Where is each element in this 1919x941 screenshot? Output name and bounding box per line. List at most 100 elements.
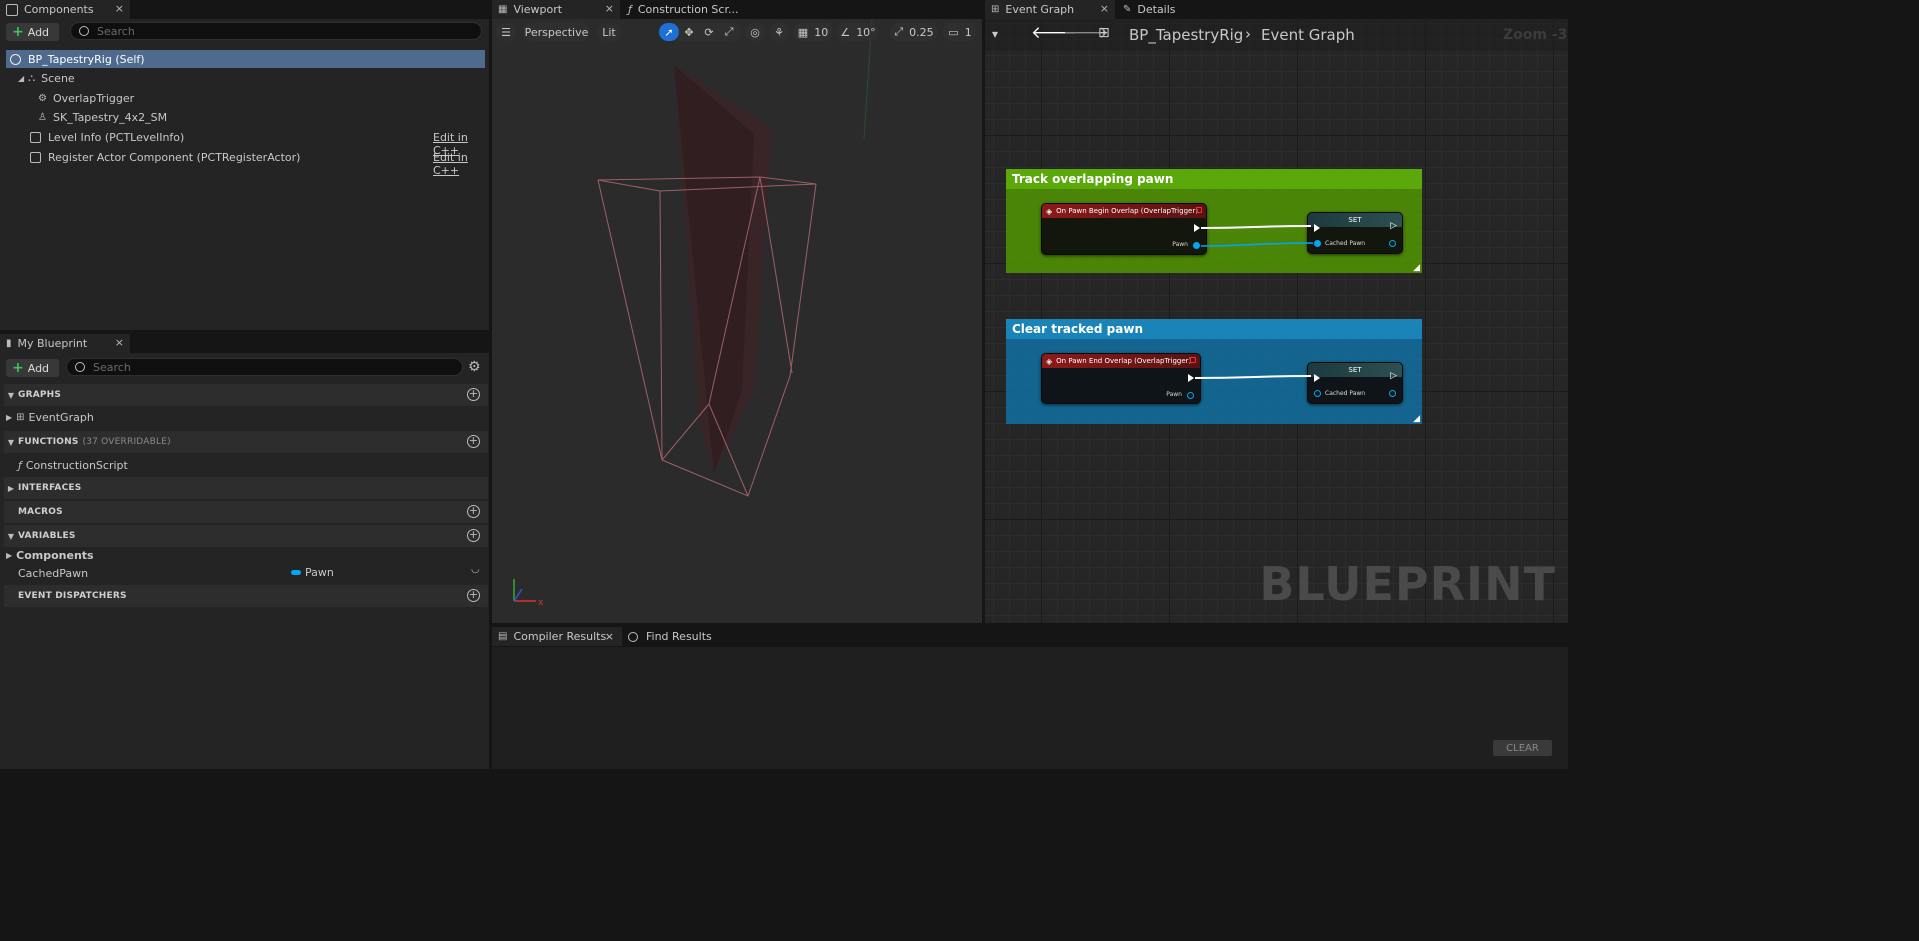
variable-group-components[interactable]: ▶ Components bbox=[6, 546, 94, 564]
tab-compiler-label: Compiler Results bbox=[513, 630, 607, 643]
exec-in-pin[interactable] bbox=[1314, 224, 1320, 232]
section-graphs-label: GRAPHS bbox=[18, 390, 62, 400]
comment-title[interactable]: Track overlapping pawn bbox=[1006, 169, 1422, 189]
rotation-snap-button[interactable]: ∠ 10° bbox=[837, 23, 879, 41]
variable-type-pill[interactable] bbox=[291, 570, 301, 575]
tab-details[interactable]: ✎ Details bbox=[1117, 0, 1207, 19]
perspective-button[interactable]: Perspective bbox=[523, 23, 590, 41]
tree-item-skeletal-mesh[interactable]: ♙ SK_Tapestry_4x2_SM bbox=[38, 108, 167, 126]
skeletal-mesh-icon: ♙ bbox=[38, 111, 47, 123]
close-icon[interactable]: × bbox=[115, 2, 124, 15]
tab-construction-script[interactable]: ƒ Construction Scr... bbox=[622, 0, 752, 19]
tab-viewport[interactable]: ▦ Viewport × bbox=[492, 0, 620, 19]
close-icon[interactable]: × bbox=[605, 2, 614, 15]
tree-item-level-info[interactable]: Level Info (PCTLevelInfo) bbox=[30, 128, 184, 146]
delegate-pin-icon[interactable] bbox=[1196, 207, 1202, 213]
scale-icon[interactable]: ⤢ bbox=[719, 25, 739, 39]
lit-label: Lit bbox=[602, 25, 616, 39]
section-macros-label: MACROS bbox=[18, 507, 63, 517]
section-functions[interactable]: ▼ FUNCTIONS (37 OVERRIDABLE) + bbox=[4, 431, 488, 453]
cached-pawn-in-pin[interactable] bbox=[1314, 390, 1321, 397]
surface-snap-button[interactable]: ⚘ bbox=[769, 23, 789, 41]
add-macro-icon[interactable]: + bbox=[467, 505, 480, 518]
close-icon[interactable]: × bbox=[1100, 2, 1109, 15]
variable-item-cachedpawn[interactable]: CachedPawn Pawn ◡ bbox=[18, 564, 488, 582]
add-variable-icon[interactable]: + bbox=[467, 529, 480, 542]
section-interfaces[interactable]: ▶ INTERFACES bbox=[4, 477, 488, 499]
add-dispatcher-icon[interactable]: + bbox=[467, 589, 480, 602]
event-node-begin-overlap[interactable]: ◈ On Pawn Begin Overlap (OverlapTrigger)… bbox=[1041, 203, 1207, 255]
svg-text:x: x bbox=[538, 598, 544, 608]
components-add-button[interactable]: + Add bbox=[6, 23, 59, 41]
coordinate-space-button[interactable]: ◎ bbox=[745, 23, 765, 41]
exec-out-pin[interactable] bbox=[1194, 224, 1200, 232]
event-node-header: ◈ On Pawn Begin Overlap (OverlapTrigger) bbox=[1042, 204, 1206, 218]
my-blueprint-search-input[interactable]: Search bbox=[66, 358, 463, 376]
graph-item-eventgraph[interactable]: ▶ ⊞ EventGraph bbox=[6, 408, 94, 426]
scale-snap-button[interactable]: ⤢ 0.25 bbox=[890, 23, 938, 41]
pawn-out-pin[interactable] bbox=[1193, 242, 1200, 249]
section-macros[interactable]: MACROS + bbox=[4, 501, 488, 523]
pawn-out-pin[interactable] bbox=[1187, 392, 1194, 399]
tab-components[interactable]: Components × bbox=[0, 0, 130, 19]
section-graphs[interactable]: ▼ GRAPHS + bbox=[4, 384, 488, 406]
set-node-header: SET bbox=[1308, 363, 1402, 377]
event-graph-canvas[interactable]: ▾ 🡐 🡒 ⊞ BP_TapestryRig › Event Graph Zoo… bbox=[985, 19, 1568, 623]
viewport-menu-button[interactable]: ☰ bbox=[496, 23, 516, 41]
exec-out-pin[interactable] bbox=[1188, 374, 1194, 382]
tree-item-label: Scene bbox=[41, 71, 75, 85]
select-mode-icon[interactable]: ➚ bbox=[659, 23, 679, 41]
comment-title[interactable]: Clear tracked pawn bbox=[1006, 319, 1422, 339]
grid-snap-button[interactable]: ▦ 10 bbox=[793, 23, 833, 41]
event-node-end-overlap[interactable]: ◈ On Pawn End Overlap (OverlapTrigger) P… bbox=[1041, 353, 1201, 404]
resize-handle-icon[interactable]: ◢ bbox=[1413, 263, 1420, 273]
cpp-component-icon bbox=[30, 151, 41, 163]
translate-icon[interactable]: ✥ bbox=[679, 26, 699, 39]
exec-in-pin[interactable] bbox=[1314, 374, 1320, 382]
tab-compiler-results[interactable]: ▤ Compiler Results × bbox=[492, 627, 622, 646]
camera-speed-button[interactable]: ▭ 1 bbox=[943, 23, 977, 41]
tab-find-results[interactable]: Find Results bbox=[628, 627, 728, 646]
function-item-construction[interactable]: ƒ ConstructionScript bbox=[18, 456, 128, 474]
lit-button[interactable]: Lit bbox=[597, 23, 621, 41]
settings-gear-icon[interactable]: ⚙ bbox=[468, 359, 481, 375]
cached-pawn-in-pin[interactable] bbox=[1314, 240, 1321, 247]
add-function-icon[interactable]: + bbox=[467, 435, 480, 448]
close-icon[interactable]: × bbox=[605, 630, 614, 643]
cached-pawn-out-pin[interactable] bbox=[1389, 240, 1396, 247]
edit-in-cpp-link[interactable]: Edit in C++ bbox=[433, 151, 489, 177]
chevron-right-icon: ▶ bbox=[6, 412, 13, 422]
my-blueprint-add-button[interactable]: + Add bbox=[6, 359, 59, 377]
section-variables[interactable]: ▼ VARIABLES + bbox=[4, 525, 488, 547]
blueprint-watermark: BLUEPRINT bbox=[1259, 557, 1556, 611]
viewport-scene[interactable]: x bbox=[492, 19, 982, 623]
close-icon[interactable]: × bbox=[115, 336, 124, 349]
breadcrumb-root[interactable]: BP_TapestryRig bbox=[1129, 26, 1243, 44]
tab-my-blueprint[interactable]: ▮ My Blueprint × bbox=[0, 334, 130, 353]
clear-button[interactable]: CLEAR bbox=[1493, 740, 1552, 756]
cached-pawn-out-pin[interactable] bbox=[1389, 390, 1396, 397]
components-panel: Components × + Add Search BP_TapestryRig… bbox=[0, 0, 489, 330]
section-event-dispatchers[interactable]: EVENT DISPATCHERS + bbox=[4, 585, 488, 607]
resize-handle-icon[interactable]: ◢ bbox=[1413, 414, 1420, 424]
exec-out-pin-icon[interactable]: ▷ bbox=[1390, 371, 1397, 381]
section-variables-label: VARIABLES bbox=[18, 531, 76, 541]
eye-closed-icon[interactable]: ◡ bbox=[471, 564, 480, 575]
my-blueprint-panel: ▮ My Blueprint × + Add Search ⚙ ▼ GRAPHS… bbox=[0, 334, 489, 769]
rotate-icon[interactable]: ⟳ bbox=[699, 26, 719, 39]
tab-event-graph[interactable]: ⊞ Event Graph × bbox=[985, 0, 1115, 19]
add-graph-icon[interactable]: + bbox=[467, 388, 480, 401]
search-placeholder: Search bbox=[97, 24, 135, 38]
exec-out-pin-icon[interactable]: ▷ bbox=[1390, 221, 1397, 231]
delegate-pin-icon[interactable] bbox=[1190, 357, 1196, 363]
set-node-cached-pawn-clear[interactable]: SET ▷ Cached Pawn bbox=[1307, 362, 1403, 404]
components-search-input[interactable]: Search bbox=[70, 22, 482, 40]
cpp-component-icon bbox=[30, 131, 41, 143]
tab-components-label: Components bbox=[24, 3, 94, 16]
tree-item-scene[interactable]: ◢ ⛬ Scene bbox=[18, 69, 75, 87]
tree-item-overlaptrigger[interactable]: ⚙ OverlapTrigger bbox=[38, 89, 134, 107]
bookmark-icon[interactable]: ▾ bbox=[992, 27, 998, 41]
tree-item-register-actor[interactable]: Register Actor Component (PCTRegisterAct… bbox=[30, 148, 300, 166]
tree-item-self[interactable]: BP_TapestryRig (Self) bbox=[6, 50, 485, 68]
set-node-cached-pawn[interactable]: SET ▷ Cached Pawn bbox=[1307, 212, 1403, 254]
